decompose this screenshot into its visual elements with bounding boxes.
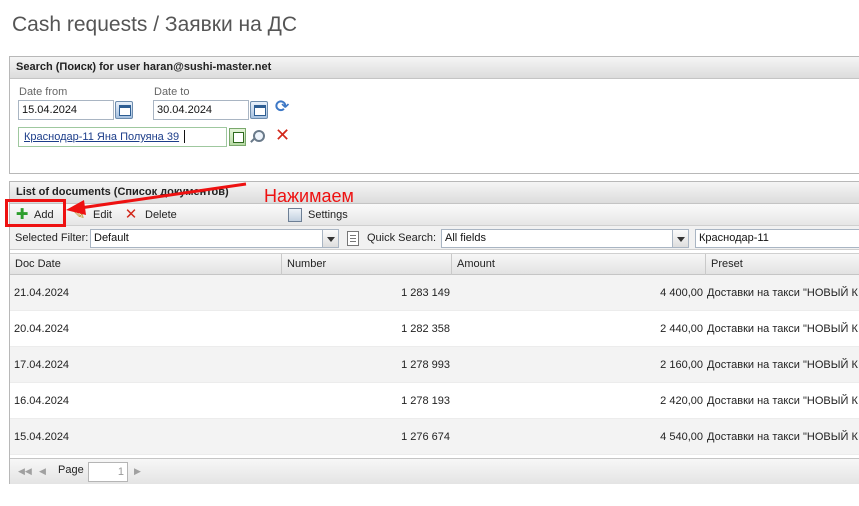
edit-button-label: Edit: [93, 209, 112, 221]
cell-doc-date: 21.04.2024: [14, 287, 70, 299]
selected-filter-label: Selected Filter:: [15, 232, 89, 244]
date-from-label: Date from: [19, 86, 68, 98]
documents-panel-header: List of documents (Список документов): [10, 182, 859, 204]
cell-amount: 2 420,00: [660, 395, 703, 407]
page-label: Page: [58, 464, 84, 476]
cell-number: 1 282 358: [401, 323, 450, 335]
pager: ◀◀ ◀ Page 1 ▶: [10, 458, 859, 484]
quick-search-input[interactable]: Краснодар-11: [695, 229, 859, 248]
prev-page-icon[interactable]: ◀: [39, 466, 46, 476]
cell-doc-date: 20.04.2024: [14, 323, 70, 335]
grid-header: Doc Date Number Amount Preset: [10, 253, 859, 275]
cell-number: 1 276 674: [401, 431, 450, 443]
quick-search-field-select[interactable]: All fields: [441, 229, 673, 248]
documents-panel: List of documents (Список документов) ✚ …: [9, 181, 859, 484]
date-from-calendar-icon[interactable]: [115, 101, 133, 119]
cell-amount: 4 540,00: [660, 431, 703, 443]
cell-preset: Доставки на такси "НОВЫЙ К: [707, 395, 858, 407]
cell-doc-date: 17.04.2024: [14, 359, 70, 371]
edit-button[interactable]: ✎ Edit: [71, 206, 116, 224]
cell-doc-date: 16.04.2024: [14, 395, 70, 407]
refresh-icon[interactable]: ⟳: [275, 98, 289, 116]
date-from-input[interactable]: 15.04.2024: [18, 100, 114, 120]
table-row[interactable]: 17.04.2024 1 278 993 2 160,00 Доставки н…: [10, 347, 859, 383]
cell-amount: 2 440,00: [660, 323, 703, 335]
cell-number: 1 278 993: [401, 359, 450, 371]
date-to-calendar-icon[interactable]: [250, 101, 268, 119]
delete-button-label: Delete: [145, 209, 177, 221]
clear-icon[interactable]: ✕: [275, 126, 290, 144]
date-to-input[interactable]: 30.04.2024: [153, 100, 249, 120]
settings-button[interactable]: Settings: [288, 206, 358, 224]
cell-number: 1 283 149: [401, 287, 450, 299]
quick-search-dropdown-icon[interactable]: [672, 229, 689, 248]
column-amount[interactable]: Amount: [452, 254, 706, 275]
preset-input[interactable]: Краснодар-11 Яна Полуяна 39: [18, 127, 227, 147]
page-title: Cash requests / Заявки на ДС: [12, 13, 298, 36]
table-row[interactable]: 16.04.2024 1 278 193 2 420,00 Доставки н…: [10, 383, 859, 419]
cell-preset: Доставки на такси "НОВЫЙ К: [707, 287, 858, 299]
delete-button[interactable]: ✕ Delete: [123, 206, 183, 224]
selected-filter-dropdown-icon[interactable]: [322, 229, 339, 248]
column-preset[interactable]: Preset: [706, 254, 859, 275]
selected-filter-select[interactable]: Default: [90, 229, 323, 248]
search-panel: Search (Поиск) for user haran@sushi-mast…: [9, 56, 859, 174]
table-row[interactable]: 20.04.2024 1 282 358 2 440,00 Доставки н…: [10, 311, 859, 347]
cell-preset: Доставки на такси "НОВЫЙ К: [707, 431, 858, 443]
annotation-highlight-box: [5, 199, 66, 227]
date-to-label: Date to: [154, 86, 190, 98]
settings-button-label: Settings: [308, 209, 348, 221]
pencil-icon: ✎: [72, 206, 86, 223]
cell-amount: 4 400,00: [660, 287, 703, 299]
toolbar: ✚ Add ✎ Edit ✕ Delete Settings: [10, 204, 859, 226]
table-row[interactable]: 15.04.2024 1 276 674 4 540,00 Доставки н…: [10, 419, 859, 455]
cell-preset: Доставки на такси "НОВЫЙ К: [707, 359, 858, 371]
preset-list-icon[interactable]: [229, 128, 246, 146]
page-number-input[interactable]: 1: [88, 462, 128, 482]
cell-number: 1 278 193: [401, 395, 450, 407]
settings-icon: [288, 208, 302, 222]
table-row[interactable]: 21.04.2024 1 283 149 4 400,00 Доставки н…: [10, 275, 859, 311]
cell-amount: 2 160,00: [660, 359, 703, 371]
column-number[interactable]: Number: [282, 254, 452, 275]
text-cursor: [184, 130, 185, 143]
cell-preset: Доставки на такси "НОВЫЙ К: [707, 323, 858, 335]
quick-search-label: Quick Search:: [367, 232, 437, 244]
search-icon[interactable]: [248, 128, 266, 146]
search-panel-header: Search (Поиск) for user haran@sushi-mast…: [10, 57, 859, 79]
document-icon[interactable]: [347, 231, 359, 246]
column-doc-date[interactable]: Doc Date: [10, 254, 282, 275]
cell-doc-date: 15.04.2024: [14, 431, 70, 443]
annotation-text: Нажимаем: [264, 186, 354, 206]
delete-x-icon: ✕: [124, 206, 138, 223]
first-page-icon[interactable]: ◀◀: [18, 466, 32, 476]
filter-bar: Selected Filter: Default Quick Search: A…: [10, 226, 859, 250]
next-page-icon[interactable]: ▶: [134, 466, 141, 476]
